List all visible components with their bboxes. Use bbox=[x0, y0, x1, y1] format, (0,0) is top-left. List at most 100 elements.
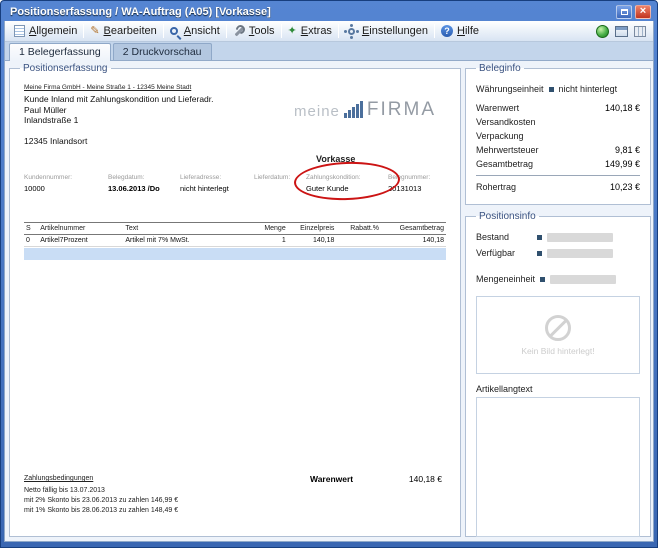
mehrwertsteuer-value: 9,81 € bbox=[615, 145, 640, 155]
menu-extras-label: Extras bbox=[301, 25, 332, 37]
mehrwertsteuer-label: Mehrwertsteuer bbox=[476, 145, 539, 155]
menubar: Allgemein ✎ Bearbeiten Ansicht Tools ✦ E… bbox=[5, 21, 653, 42]
rohertrag-label: Rohertrag bbox=[476, 182, 516, 192]
menu-separator bbox=[226, 24, 227, 38]
menu-hilfe[interactable]: ? Hilfe bbox=[436, 24, 484, 38]
document-preview: Meine Firma GmbH - Meine Straße 1 - 1234… bbox=[16, 76, 454, 530]
table-row[interactable]: 0 Artikel7Prozent Artikel mit 7% MwSt. 1… bbox=[24, 235, 446, 247]
restore-icon bbox=[621, 9, 628, 15]
field-kundennummer-label: Kundennummer: bbox=[24, 174, 72, 181]
field-verfuegbar: Verfügbar bbox=[476, 248, 640, 258]
field-lieferdatum-label: Lieferdatum: bbox=[254, 174, 290, 181]
menu-tools[interactable]: Tools bbox=[228, 24, 280, 38]
field-lieferdatum-value[interactable] bbox=[254, 184, 290, 192]
cell-rabatt bbox=[336, 235, 381, 247]
bar-chart-icon bbox=[344, 101, 363, 119]
logo-text-bold: FIRMA bbox=[367, 100, 436, 119]
payment-line-1: Netto fällig bis 13.07.2013 bbox=[24, 486, 178, 496]
beleginfo-row-warenwert: Warenwert 140,18 € bbox=[476, 103, 640, 113]
menu-allgemein[interactable]: Allgemein bbox=[9, 24, 82, 38]
field-lieferadresse-value[interactable]: nicht hinterlegt bbox=[180, 184, 229, 193]
content-area: Positionserfassung Meine Firma GmbH - Me… bbox=[5, 61, 653, 541]
beleginfo-row-gesamtbetrag: Gesamtbetrag 149,99 € bbox=[476, 159, 640, 169]
tab-druckvorschau[interactable]: 2 Druckvorschau bbox=[113, 43, 212, 60]
beleginfo-row-rohertrag: Rohertrag 10,23 € bbox=[476, 182, 640, 192]
mengeneinheit-label: Mengeneinheit bbox=[476, 274, 535, 284]
menu-separator bbox=[281, 24, 282, 38]
recipient-line-3: Inlandstraße 1 bbox=[24, 115, 214, 126]
positions-table: S Artikelnummer Text Menge Einzelpreis R… bbox=[24, 222, 446, 247]
mengeneinheit-value-placeholder bbox=[550, 275, 616, 284]
equals-icon bbox=[537, 251, 542, 256]
logo-text-light: meine bbox=[294, 104, 340, 119]
selected-empty-row[interactable] bbox=[24, 248, 446, 260]
menu-separator bbox=[434, 24, 435, 38]
field-mengeneinheit: Mengeneinheit bbox=[476, 274, 640, 284]
payment-line-2: mit 2% Skonto bis 23.06.2013 zu zahlen 1… bbox=[24, 496, 178, 506]
equals-icon bbox=[540, 277, 545, 282]
positionsinfo-group-title: Positionsinfo bbox=[476, 211, 539, 222]
grid-button[interactable] bbox=[634, 26, 646, 37]
magnifier-icon bbox=[170, 27, 178, 35]
pencil-icon: ✎ bbox=[90, 26, 99, 37]
col-header-s: S bbox=[24, 223, 38, 235]
menu-ansicht[interactable]: Ansicht bbox=[165, 24, 225, 38]
globe-button[interactable] bbox=[596, 25, 609, 38]
monitor-button[interactable] bbox=[615, 26, 628, 37]
tabbar: 1 Belegerfassung 2 Druckvorschau bbox=[5, 42, 653, 61]
monitor-icon bbox=[615, 26, 628, 37]
recipient-address: Kunde Inland mit Zahlungskondition und L… bbox=[24, 94, 214, 126]
col-header-rabatt: Rabatt.% bbox=[336, 223, 381, 235]
cell-gesamtbetrag: 140,18 bbox=[381, 235, 446, 247]
col-header-menge: Menge bbox=[253, 223, 287, 235]
cell-einzelpreis: 140,18 bbox=[288, 235, 337, 247]
artikellangtext-box[interactable] bbox=[476, 397, 640, 537]
menu-bearbeiten[interactable]: ✎ Bearbeiten bbox=[85, 24, 161, 38]
cell-s: 0 bbox=[24, 235, 38, 247]
tab-belegerfassung[interactable]: 1 Belegerfassung bbox=[9, 43, 111, 61]
col-header-gesamtbetrag: Gesamtbetrag bbox=[381, 223, 446, 235]
cell-artikelnummer: Artikel7Prozent bbox=[38, 235, 123, 247]
rohertrag-value: 10,23 € bbox=[610, 182, 640, 192]
field-belegdatum-value[interactable]: 13.06.2013 /Do bbox=[108, 184, 160, 193]
company-logo: meine FIRMA bbox=[294, 100, 436, 119]
star-icon: ✦ bbox=[288, 26, 297, 37]
positions-table-wrap: S Artikelnummer Text Menge Einzelpreis R… bbox=[24, 222, 446, 260]
beleginfo-row-verpackung: Verpackung bbox=[476, 131, 640, 141]
table-header-row: S Artikelnummer Text Menge Einzelpreis R… bbox=[24, 223, 446, 235]
globe-icon bbox=[596, 25, 609, 38]
payment-terms-title: Zahlungsbedingungen bbox=[24, 474, 178, 484]
close-button[interactable]: × bbox=[635, 5, 651, 19]
close-icon: × bbox=[640, 6, 646, 17]
bestand-label: Bestand bbox=[476, 232, 532, 242]
waehrungseinheit-label: Währungseinheit bbox=[476, 84, 544, 94]
equals-icon bbox=[537, 235, 542, 240]
col-header-text: Text bbox=[123, 223, 253, 235]
recipient-line-2: Paul Müller bbox=[24, 105, 214, 116]
beleginfo-row-versandkosten: Versandkosten bbox=[476, 117, 640, 127]
menu-extras[interactable]: ✦ Extras bbox=[283, 24, 337, 38]
recipient-city: 12345 Inlandsort bbox=[24, 136, 87, 146]
sender-line: Meine Firma GmbH - Meine Straße 1 - 1234… bbox=[24, 84, 191, 91]
no-image-text: Kein Bild hinterlegt! bbox=[521, 346, 594, 356]
gear-icon bbox=[348, 28, 355, 35]
gesamtbetrag-label: Gesamtbetrag bbox=[476, 159, 533, 169]
verfuegbar-label: Verfügbar bbox=[476, 248, 532, 258]
divider bbox=[476, 175, 640, 176]
form-icon bbox=[14, 25, 25, 37]
wrench-icon bbox=[233, 25, 245, 37]
field-kundennummer-value[interactable]: 10000 bbox=[24, 184, 72, 193]
payment-terms: Zahlungsbedingungen Netto fällig bis 13.… bbox=[24, 474, 178, 516]
warenwert-total-label: Warenwert bbox=[310, 474, 353, 484]
window-title: Positionserfassung / WA-Auftrag (A05) [V… bbox=[10, 6, 613, 18]
verpackung-label: Verpackung bbox=[476, 131, 524, 141]
help-icon: ? bbox=[441, 25, 453, 37]
app-window: Positionserfassung / WA-Auftrag (A05) [V… bbox=[0, 0, 658, 548]
restore-button[interactable] bbox=[616, 5, 632, 19]
menu-einstellungen[interactable]: Einstellungen bbox=[340, 24, 433, 39]
warenwert-value: 140,18 € bbox=[605, 103, 640, 113]
beleginfo-row-mehrwertsteuer: Mehrwertsteuer 9,81 € bbox=[476, 145, 640, 155]
field-kundennummer: Kundennummer: 10000 bbox=[24, 174, 72, 193]
field-belegdatum-label: Belegdatum: bbox=[108, 174, 160, 181]
verfuegbar-value-placeholder bbox=[547, 249, 613, 258]
